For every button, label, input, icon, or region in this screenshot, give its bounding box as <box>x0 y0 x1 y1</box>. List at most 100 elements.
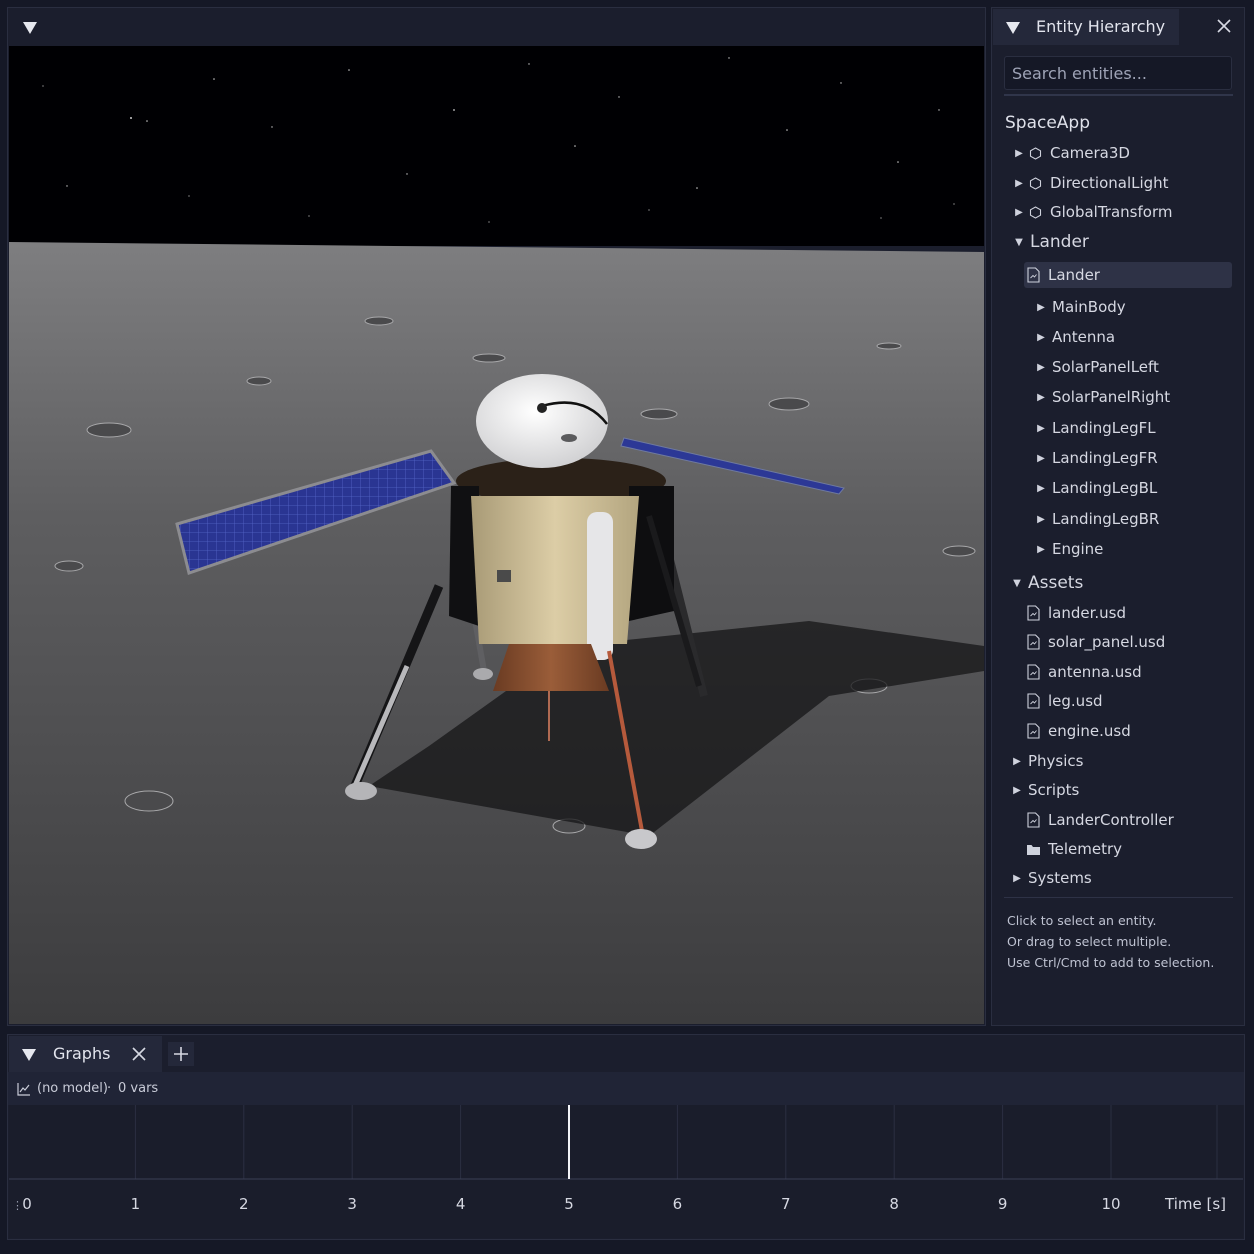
tree-item-label: Assets <box>1028 573 1084 593</box>
tree-item[interactable]: ▶ LandingLegFR <box>1034 445 1158 471</box>
panel-menu-icon[interactable] <box>21 1047 37 1063</box>
tree-item[interactable]: ▶ MainBody <box>1034 294 1126 320</box>
chevron-right-icon[interactable]: ▶ <box>1012 207 1026 218</box>
lunar-lander-scene <box>9 46 984 1024</box>
tree-item-label: Telemetry <box>1048 840 1123 858</box>
chevron-right-icon[interactable]: ▶ <box>1034 453 1048 464</box>
close-icon[interactable] <box>1214 16 1234 36</box>
time-axis-label: Time [s] <box>1164 1195 1226 1213</box>
tree-item[interactable]: ▶ SolarPanelLeft <box>1034 354 1159 380</box>
chevron-right-icon[interactable]: ▶ <box>1034 544 1048 555</box>
component-icon <box>1026 205 1044 219</box>
tree-item[interactable]: antenna.usd <box>1024 659 1142 685</box>
file-icon <box>1024 723 1042 739</box>
file-icon <box>1024 634 1042 650</box>
close-icon[interactable] <box>129 1044 149 1064</box>
chevron-right-icon[interactable]: ▶ <box>1034 483 1048 494</box>
viewport-header <box>8 8 985 46</box>
chevron-right-icon[interactable]: ▶ <box>1010 785 1024 796</box>
time-tick-label: 8 <box>889 1195 899 1213</box>
time-tick-label: 7 <box>781 1195 791 1213</box>
chevron-right-icon[interactable]: ▶ <box>1010 873 1024 884</box>
tree-item[interactable]: Telemetry <box>1024 836 1122 862</box>
file-icon <box>1024 267 1042 283</box>
tree-item[interactable]: ▶ Engine <box>1034 536 1103 562</box>
tree-item[interactable]: ▶ GlobalTransform <box>1012 199 1172 225</box>
tree-item-label: Systems <box>1028 869 1092 887</box>
help-line: Click to select an entity. <box>1007 913 1157 928</box>
tree-item[interactable]: ▶ DirectionalLight <box>1012 170 1168 196</box>
file-icon <box>1024 664 1042 680</box>
component-icon <box>1026 146 1044 160</box>
tree-item-label: antenna.usd <box>1048 663 1142 681</box>
panel-title: Entity Hierarchy <box>1036 17 1166 36</box>
time-tick-label: 5 <box>564 1195 574 1213</box>
scroll-handle-icon[interactable]: ⋮ <box>12 1199 23 1212</box>
tree-item-label: LandingLegFL <box>1052 419 1156 437</box>
tree-item[interactable]: ▶ LandingLegBL <box>1034 475 1157 501</box>
chevron-right-icon[interactable]: ▶ <box>1012 178 1026 189</box>
chevron-right-icon[interactable]: ▶ <box>1034 362 1048 373</box>
time-graph[interactable]: 0 1 2 3 4 5 6 7 8 9 10 Time [s] ⋮ <box>9 1105 1243 1238</box>
panel-menu-icon[interactable] <box>1005 20 1021 36</box>
tree-item[interactable]: ▶ Physics <box>1010 748 1083 774</box>
vars-count: 0 vars <box>118 1081 159 1096</box>
tree-item[interactable]: ▶ Camera3D <box>1012 140 1130 166</box>
search-input[interactable] <box>1004 56 1232 90</box>
3d-viewport[interactable] <box>9 46 984 1024</box>
chevron-down-icon[interactable]: ▼ <box>1012 237 1026 248</box>
tree-item-label: Engine <box>1052 540 1104 558</box>
model-label: (no model) <box>37 1081 108 1096</box>
tree-item[interactable]: solar_panel.usd <box>1024 629 1165 655</box>
tree-item-label: Lander <box>1048 266 1100 284</box>
time-tick-label: 0 <box>22 1195 32 1213</box>
viewport-menu-icon[interactable] <box>22 20 38 36</box>
tree-item-label: SolarPanelLeft <box>1052 358 1159 376</box>
tree-item[interactable]: ▶ SolarPanelRight <box>1034 384 1170 410</box>
help-line: Or drag to select multiple. <box>1007 934 1172 949</box>
tree-item[interactable]: ▶ Scripts <box>1010 777 1079 803</box>
tree-item-label: LanderController <box>1048 811 1174 829</box>
time-tick-label: 6 <box>673 1195 683 1213</box>
tree-item[interactable]: leg.usd <box>1024 688 1103 714</box>
tree-item-label: MainBody <box>1052 298 1126 316</box>
time-tick-label: 9 <box>998 1195 1008 1213</box>
tree-item-label: lander.usd <box>1048 604 1127 622</box>
chevron-down-icon[interactable]: ▼ <box>1010 578 1024 589</box>
tree-item[interactable]: ▼ Lander <box>1012 229 1089 255</box>
chevron-right-icon[interactable]: ▶ <box>1034 514 1048 525</box>
chevron-right-icon[interactable]: ▶ <box>1034 392 1048 403</box>
tree-item[interactable]: engine.usd <box>1024 718 1131 744</box>
viewport-panel <box>7 7 986 1026</box>
tab-graphs[interactable]: Graphs <box>9 1036 162 1072</box>
tree-item-label: LandingLegFR <box>1052 449 1158 467</box>
tree-item-label: Lander <box>1030 232 1089 252</box>
tree-item[interactable]: Lander <box>1024 262 1232 288</box>
tree-item-label: Physics <box>1028 752 1084 770</box>
tree-item[interactable]: ▼ Assets <box>1010 570 1083 596</box>
file-icon <box>1024 605 1042 621</box>
file-icon <box>1024 693 1042 709</box>
entity-hierarchy-panel: Entity Hierarchy SpaceApp ▶ Camera3D ▶ Dire… <box>991 7 1245 1026</box>
tree-item[interactable]: lander.usd <box>1024 600 1126 626</box>
tree-item[interactable]: ▶ LandingLegBR <box>1034 506 1159 532</box>
graphs-panel: Graphs (no model) · 0 vars 0 1 2 3 4 5 6 7 8 9 10 … <box>7 1034 1245 1240</box>
tree-item[interactable]: ▶ Antenna <box>1034 324 1115 350</box>
chevron-right-icon[interactable]: ▶ <box>1012 148 1026 159</box>
line-chart-icon <box>17 1083 30 1096</box>
tree-item-label: engine.usd <box>1048 722 1131 740</box>
chevron-right-icon[interactable]: ▶ <box>1010 756 1024 767</box>
time-tick-label: 4 <box>456 1195 466 1213</box>
tree-item[interactable]: LanderController <box>1024 807 1174 833</box>
chevron-right-icon[interactable]: ▶ <box>1034 423 1048 434</box>
chevron-right-icon[interactable]: ▶ <box>1034 302 1048 313</box>
tree-item[interactable]: ▶ LandingLegFL <box>1034 415 1156 441</box>
add-tab-button[interactable] <box>168 1042 194 1066</box>
tab-entity-hierarchy[interactable]: Entity Hierarchy <box>993 9 1179 45</box>
file-icon <box>1024 812 1042 828</box>
chevron-right-icon[interactable]: ▶ <box>1034 332 1048 343</box>
tree-item[interactable]: ▶ Systems <box>1010 865 1092 891</box>
tree-item-label: GlobalTransform <box>1050 203 1173 221</box>
tree-root[interactable]: SpaceApp <box>1005 110 1090 136</box>
tree-item-label: LandingLegBR <box>1052 510 1160 528</box>
